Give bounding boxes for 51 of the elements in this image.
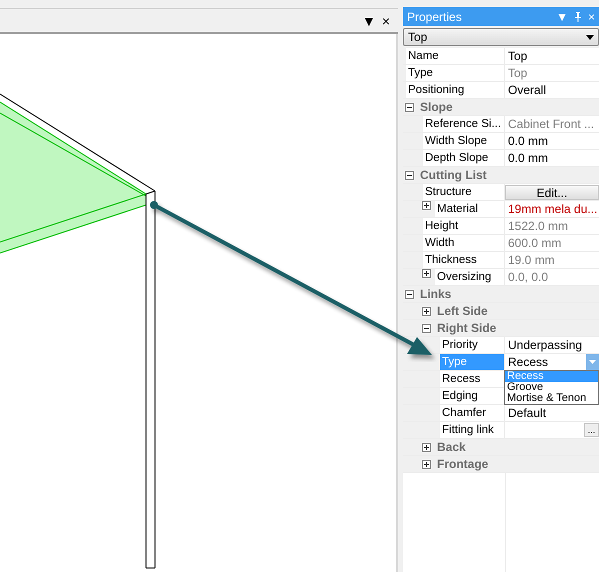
- group-header[interactable]: Frontage: [403, 456, 599, 473]
- group-header[interactable]: Back: [403, 439, 599, 456]
- property-value: 19.0 mm: [507, 253, 555, 267]
- group-header[interactable]: Slope: [403, 99, 599, 116]
- property-value: 600.0 mm: [507, 236, 562, 250]
- pin-icon[interactable]: [574, 12, 582, 22]
- property-value: Top: [507, 66, 528, 80]
- dropdown-option[interactable]: Groove: [505, 382, 598, 393]
- expand-icon[interactable]: [422, 306, 431, 316]
- browse-button[interactable]: ...: [584, 423, 599, 437]
- property-label[interactable]: Recess: [440, 371, 504, 387]
- property-label[interactable]: Chamfer: [440, 405, 504, 421]
- property-value: Top: [507, 49, 528, 63]
- group-header[interactable]: Links: [403, 286, 599, 303]
- collapse-icon[interactable]: [422, 324, 431, 332]
- property-label[interactable]: Priority: [440, 337, 504, 353]
- object-selector[interactable]: Top: [403, 28, 599, 46]
- property-value: 19mm mela du...: [507, 202, 598, 216]
- expand-icon[interactable]: [422, 442, 431, 452]
- header-button[interactable]: ▼: [362, 14, 376, 28]
- header-button[interactable]: ×: [382, 14, 390, 28]
- property-label[interactable]: Width Slope: [423, 133, 504, 149]
- property-value: 0.0, 0.0: [507, 270, 548, 284]
- group-header[interactable]: Cutting List: [403, 167, 599, 184]
- property-value: Default: [507, 406, 546, 420]
- property-label[interactable]: Fitting link: [440, 422, 504, 438]
- property-value: 1522.0 mm: [507, 219, 568, 233]
- expand-icon[interactable]: [422, 201, 431, 210]
- expand-icon[interactable]: [422, 460, 431, 468]
- edit-button[interactable]: Edit...: [505, 184, 599, 200]
- type-combo-value[interactable]: Recess: [505, 355, 586, 369]
- group-header[interactable]: Right Side: [403, 320, 599, 337]
- collapse-icon[interactable]: [405, 290, 414, 298]
- collapse-icon[interactable]: [405, 170, 414, 180]
- property-value: Cabinet Front ...: [507, 117, 594, 131]
- property-label[interactable]: Depth Slope: [423, 150, 504, 166]
- property-label[interactable]: Name: [406, 48, 504, 64]
- caret-icon: [589, 360, 596, 364]
- property-value: 0.0 mm: [507, 134, 548, 148]
- property-value: 0.0 mm: [507, 151, 548, 165]
- property-value: Overall: [507, 83, 546, 97]
- panel-title: Properties: [407, 10, 463, 24]
- property-label[interactable]: Structure: [423, 184, 504, 200]
- property-label[interactable]: Edging: [440, 388, 504, 404]
- property-label[interactable]: Material: [435, 201, 504, 217]
- property-label[interactable]: Positioning: [406, 82, 504, 98]
- dropdown-option[interactable]: Mortise & Tenon: [505, 393, 598, 404]
- collapse-icon[interactable]: [405, 102, 414, 112]
- caret-icon: [586, 34, 594, 40]
- group-header[interactable]: Left Side: [403, 303, 599, 320]
- property-value: Underpassing: [507, 338, 582, 352]
